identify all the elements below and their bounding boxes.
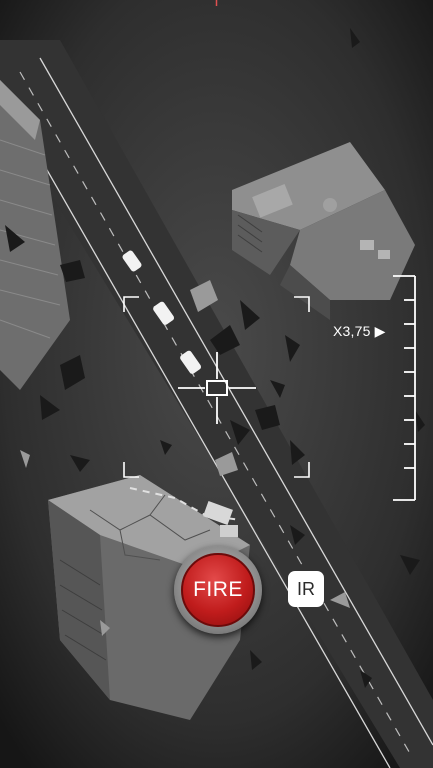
fire-label: FIRE — [193, 578, 243, 601]
fire-button-face[interactable]: FIRE — [181, 553, 255, 627]
zoom-readout: X3,75 ▶ — [333, 323, 386, 339]
ir-label: IR — [297, 578, 315, 599]
ir-mode-button[interactable]: IR — [288, 571, 324, 607]
thermal-camera-view — [0, 0, 433, 768]
fire-button[interactable]: FIRE — [174, 546, 262, 634]
